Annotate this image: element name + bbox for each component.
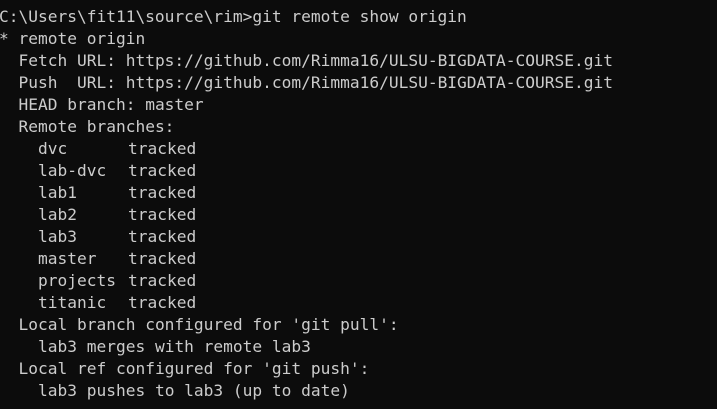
- remote-branch-row: dvc tracked: [0, 138, 717, 160]
- push-config-entry: lab3 pushes to lab3 (up to date): [38, 381, 350, 400]
- command-line: C:\Users\fit11\source\rim>git remote sho…: [0, 6, 717, 28]
- terminal-window[interactable]: C:\Users\fit11\source\rim>git remote sho…: [0, 0, 717, 409]
- branch-name: lab2: [38, 205, 77, 224]
- remote-branch-row: lab2 tracked: [0, 204, 717, 226]
- remote-header: * remote origin: [0, 29, 146, 48]
- remote-branch-row: lab3 tracked: [0, 226, 717, 248]
- branch-name: lab-dvc: [38, 161, 107, 180]
- remote-branch-row: lab-dvc tracked: [0, 160, 717, 182]
- fetch-url-line: Fetch URL: https://github.com/Rimma16/UL…: [18, 51, 614, 70]
- prompt-path: C:\Users\fit11\source\rim>: [0, 7, 253, 26]
- remote-branches-header: Remote branches:: [18, 117, 175, 136]
- pull-config-entry: lab3 merges with remote lab3: [38, 337, 311, 356]
- branch-status: tracked: [128, 183, 197, 202]
- branch-status: tracked: [128, 161, 197, 180]
- command-text: git remote show origin: [252, 7, 467, 26]
- branch-name: projects: [38, 271, 116, 290]
- branch-status: tracked: [128, 271, 197, 290]
- push-url-line: Push URL: https://github.com/Rimma16/ULS…: [18, 73, 614, 92]
- remote-branch-row: projects tracked: [0, 270, 717, 292]
- branch-status: tracked: [128, 205, 197, 224]
- pull-config-header: Local branch configured for 'git pull':: [18, 315, 399, 334]
- branch-name: dvc: [38, 139, 68, 158]
- push-config-header: Local ref configured for 'git push':: [18, 359, 370, 378]
- remote-branch-row: lab1 tracked: [0, 182, 717, 204]
- remote-branch-row: titanic tracked: [0, 292, 717, 314]
- branch-name: lab3: [38, 227, 77, 246]
- head-branch-line: HEAD branch: master: [18, 95, 204, 114]
- branch-status: tracked: [128, 227, 197, 246]
- branch-status: tracked: [128, 293, 197, 312]
- remote-branch-row: master tracked: [0, 248, 717, 270]
- branch-name: master: [38, 249, 97, 268]
- branch-name: titanic: [38, 293, 107, 312]
- branch-name: lab1: [38, 183, 77, 202]
- branch-status: tracked: [128, 249, 197, 268]
- branch-status: tracked: [128, 139, 197, 158]
